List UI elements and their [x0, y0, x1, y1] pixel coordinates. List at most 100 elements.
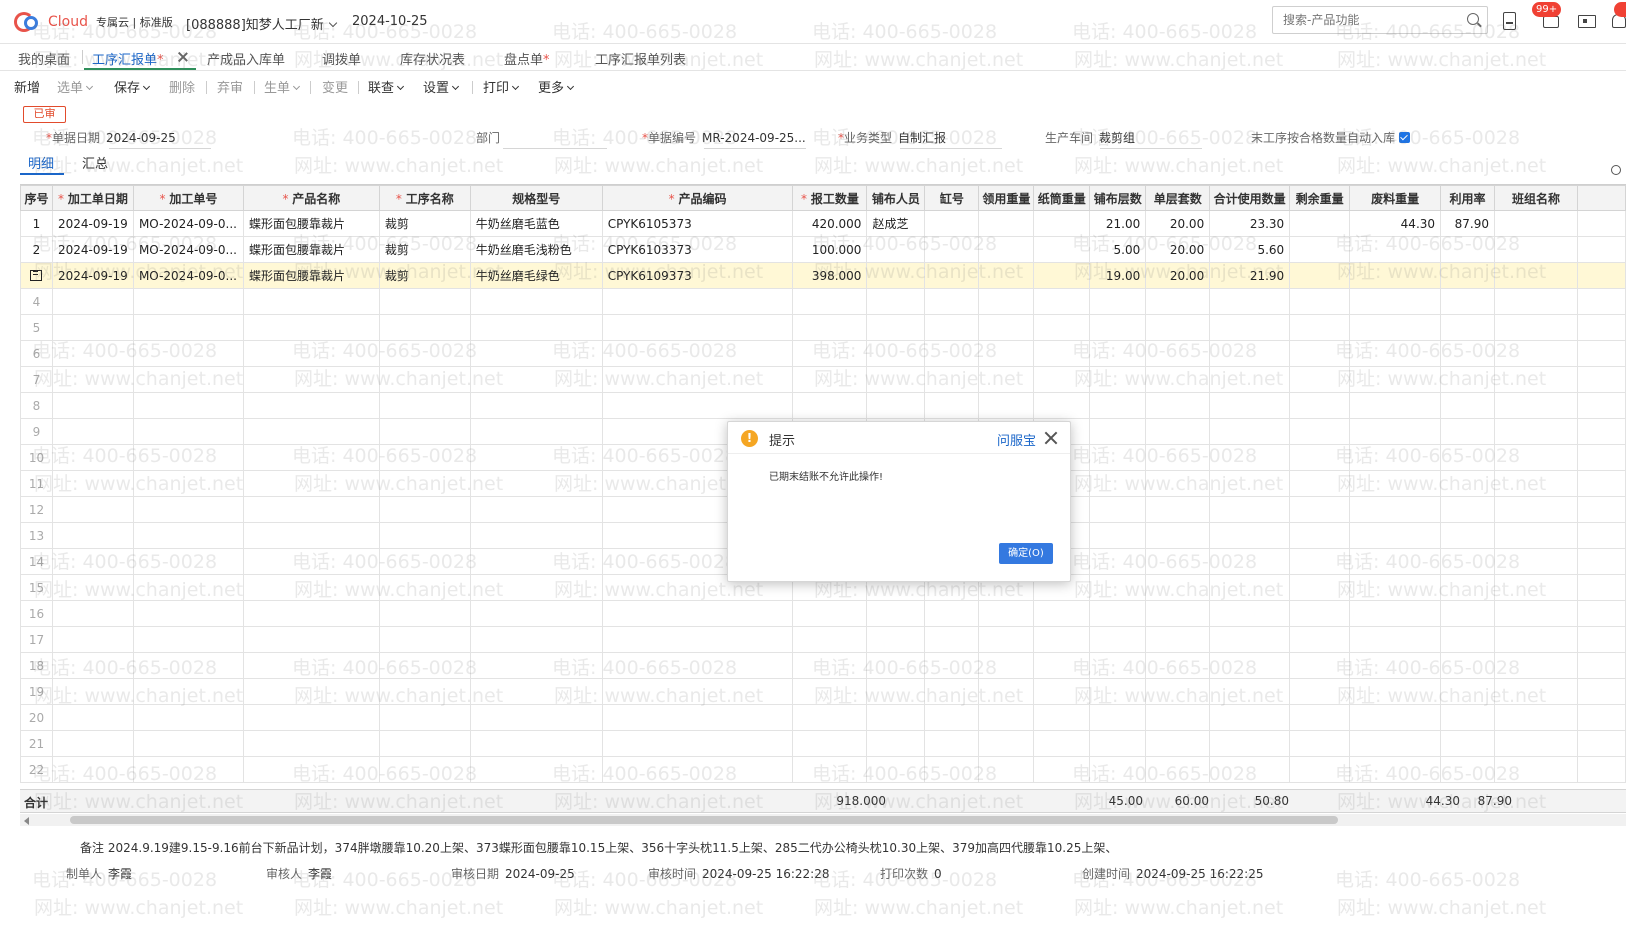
row-index[interactable]: 22 [20, 756, 53, 783]
row-index[interactable]: 7 [20, 366, 53, 393]
table-cell[interactable] [469, 756, 603, 783]
table-cell[interactable] [378, 730, 471, 757]
column-header[interactable]: 班组名称 [1494, 185, 1578, 211]
table-cell[interactable] [1440, 522, 1495, 549]
table-cell[interactable] [792, 756, 868, 783]
table-cell[interactable] [1576, 288, 1626, 315]
table-cell[interactable] [1494, 574, 1578, 601]
row-edit-icon[interactable] [30, 269, 43, 281]
table-cell[interactable] [1289, 288, 1351, 315]
table-cell[interactable] [1289, 574, 1351, 601]
table-cell[interactable]: 蝶形面包腰靠裁片 [242, 210, 380, 237]
table-cell[interactable] [1576, 470, 1626, 497]
table-cell[interactable] [378, 392, 471, 419]
table-cell[interactable] [242, 704, 380, 731]
table-cell[interactable] [51, 366, 134, 393]
table-cell[interactable] [1289, 496, 1351, 523]
row-index[interactable]: 16 [20, 600, 53, 627]
table-cell[interactable] [1289, 652, 1351, 679]
table-cell[interactable] [1349, 678, 1442, 705]
table-cell[interactable] [866, 652, 926, 679]
table-cell[interactable] [242, 392, 380, 419]
table-cell[interactable] [1440, 340, 1495, 367]
table-cell[interactable]: 2024-09-19 [51, 262, 134, 289]
table-cell[interactable] [978, 756, 1035, 783]
table-cell[interactable]: 20.00 [1145, 262, 1211, 289]
table-cell[interactable] [242, 730, 380, 757]
table-cell[interactable] [378, 652, 471, 679]
column-header[interactable]: * 加工单号 [132, 185, 244, 211]
table-cell[interactable] [1033, 730, 1091, 757]
table-cell[interactable] [1494, 730, 1578, 757]
table-cell[interactable] [1089, 392, 1147, 419]
table-cell[interactable] [242, 574, 380, 601]
table-cell[interactable] [866, 236, 926, 263]
table-cell[interactable] [978, 314, 1035, 341]
table-cell[interactable]: 5.60 [1209, 236, 1291, 263]
table-cell[interactable] [132, 730, 244, 757]
table-cell[interactable] [1089, 288, 1147, 315]
row-index[interactable] [20, 262, 53, 289]
table-cell[interactable]: CPYK6105373 [601, 210, 794, 237]
table-cell[interactable] [132, 756, 244, 783]
table-cell[interactable] [242, 756, 380, 783]
table-cell[interactable] [1033, 366, 1091, 393]
table-cell[interactable] [1349, 418, 1442, 445]
table-cell[interactable] [469, 288, 603, 315]
select-bill-button[interactable]: 选单 [57, 77, 94, 96]
table-cell[interactable] [378, 626, 471, 653]
empty-row[interactable]: 18 [20, 652, 1626, 679]
table-cell[interactable] [1033, 626, 1091, 653]
table-cell[interactable] [469, 366, 603, 393]
table-cell[interactable] [469, 548, 603, 575]
table-row[interactable]: 2 2024-09-19 MO-2024-09-0... 蝶形面包腰靠裁片 裁剪 牛奶丝磨… [20, 236, 1626, 263]
table-cell[interactable] [378, 444, 471, 471]
table-cell[interactable] [51, 522, 134, 549]
table-cell[interactable] [378, 314, 471, 341]
table-cell[interactable] [1145, 574, 1211, 601]
table-cell[interactable]: 蝶形面包腰靠裁片 [242, 262, 380, 289]
table-cell[interactable] [1145, 444, 1211, 471]
table-cell[interactable] [469, 418, 603, 445]
empty-row[interactable]: 8 [20, 392, 1626, 419]
table-cell[interactable] [1440, 548, 1495, 575]
confirm-button[interactable]: 确定(O) [999, 543, 1053, 564]
table-cell[interactable] [1349, 704, 1442, 731]
table-cell[interactable] [601, 288, 794, 315]
table-cell[interactable] [469, 496, 603, 523]
table-cell[interactable] [601, 678, 794, 705]
table-cell[interactable] [1576, 314, 1626, 341]
table-cell[interactable] [1440, 444, 1495, 471]
table-cell[interactable] [1145, 678, 1211, 705]
table-cell[interactable] [51, 418, 134, 445]
table-cell[interactable] [242, 366, 380, 393]
column-header[interactable]: 单层套数 [1145, 185, 1211, 211]
table-cell[interactable] [1349, 522, 1442, 549]
table-cell[interactable] [51, 392, 134, 419]
table-cell[interactable] [132, 340, 244, 367]
table-cell[interactable] [51, 704, 134, 731]
table-cell[interactable] [132, 496, 244, 523]
table-cell[interactable] [1289, 756, 1351, 783]
table-cell[interactable] [1349, 444, 1442, 471]
new-button[interactable]: 新增 [14, 77, 40, 96]
table-cell[interactable] [1440, 756, 1495, 783]
table-cell[interactable]: 20.00 [1145, 236, 1211, 263]
table-cell[interactable] [378, 418, 471, 445]
table-cell[interactable]: 牛奶丝磨毛浅粉色 [469, 236, 603, 263]
table-cell[interactable] [132, 600, 244, 627]
table-cell[interactable] [51, 340, 134, 367]
table-cell[interactable] [1145, 600, 1211, 627]
table-cell[interactable] [378, 548, 471, 575]
table-cell[interactable] [924, 704, 980, 731]
row-index[interactable]: 20 [20, 704, 53, 731]
table-cell[interactable] [378, 756, 471, 783]
table-cell[interactable] [51, 730, 134, 757]
table-cell[interactable] [242, 340, 380, 367]
table-cell[interactable] [1289, 444, 1351, 471]
table-cell[interactable] [978, 600, 1035, 627]
column-header[interactable] [1576, 185, 1626, 211]
table-cell[interactable] [378, 496, 471, 523]
table-cell[interactable] [1033, 288, 1091, 315]
table-cell[interactable] [1033, 262, 1091, 289]
